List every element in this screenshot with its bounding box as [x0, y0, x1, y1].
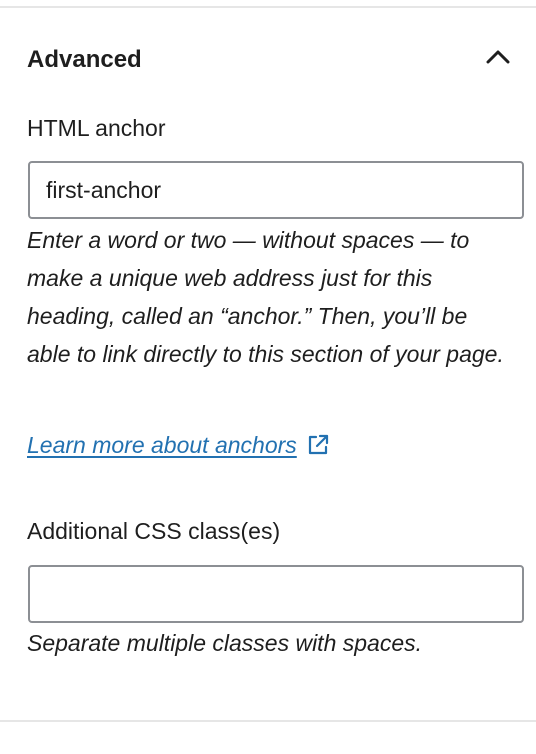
external-link-icon [308, 434, 328, 455]
html-anchor-label: HTML anchor [27, 115, 166, 141]
css-classes-label: Additional CSS class(es) [27, 518, 281, 544]
bottom-divider [0, 720, 536, 722]
css-classes-help: Separate multiple classes with spaces. [27, 630, 423, 656]
advanced-panel-toggle[interactable]: Advanced [0, 8, 536, 96]
learn-more-link-text: Learn more about anchors [27, 432, 297, 458]
html-anchor-help: Enter a word or two — without spaces — t… [27, 227, 504, 367]
learn-more-anchors-link[interactable]: Learn more about anchors [27, 428, 331, 462]
css-classes-input[interactable] [28, 565, 524, 623]
panel-title: Advanced [27, 46, 142, 73]
html-anchor-input[interactable] [28, 161, 524, 219]
chevron-up-icon [486, 50, 510, 64]
